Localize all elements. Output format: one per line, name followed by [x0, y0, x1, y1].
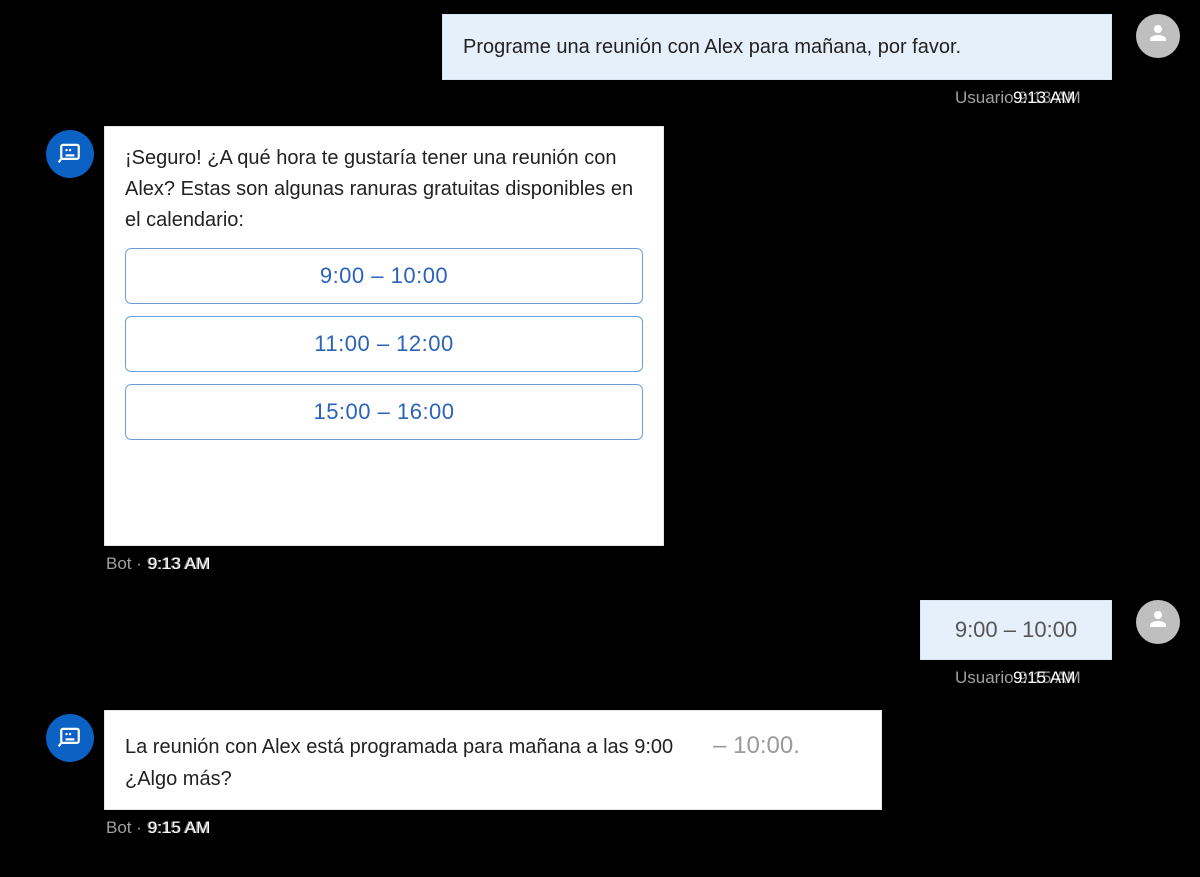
time-slot-option-2[interactable]: 11:00 – 12:00 [125, 316, 643, 372]
bot-avatar-2 [46, 714, 94, 762]
meta-time: 9:15 AM [106, 818, 210, 837]
bot-message-2-time-tail: – 10:00. [713, 727, 800, 764]
bot-message-2-meta: Bot · 9:15 AM 9:15 AM [106, 818, 210, 838]
time-slot-option-1[interactable]: 9:00 – 10:00 [125, 248, 643, 304]
meta-time: 9:13 AM [955, 88, 1075, 107]
meta-time: 9:13 AM [106, 554, 210, 573]
user-message-1-meta: Usuario 9:13 AM 9:13 AM [955, 88, 1075, 108]
time-slot-option-3[interactable]: 15:00 – 16:00 [125, 384, 643, 440]
bot-message-2-followup: ¿Algo más? [125, 764, 861, 795]
bot-icon [56, 137, 84, 171]
user-message-2: 9:00 – 10:00 [920, 600, 1112, 660]
bot-icon [56, 721, 84, 755]
user-message-2-text: 9:00 – 10:00 [955, 613, 1077, 647]
bot-message-1-meta: Bot · 9:13 AM 9:13 AM [106, 554, 210, 574]
bot-message-2: La reunión con Alex está programada para… [104, 710, 882, 810]
user-message-2-meta: Usuario 9:15 AM 9:15 AM [955, 668, 1075, 688]
user-message-1-text: Programe una reunión con Alex para mañan… [463, 32, 961, 63]
bot-avatar-1 [46, 130, 94, 178]
person-icon [1146, 607, 1170, 637]
meta-time: 9:15 AM [955, 668, 1075, 687]
bot-message-1-text: ¡Seguro! ¿A qué hora te gustaría tener u… [125, 143, 643, 236]
user-message-1: Programe una reunión con Alex para mañan… [442, 14, 1112, 80]
person-icon [1146, 21, 1170, 51]
bot-message-1: ¡Seguro! ¿A qué hora te gustaría tener u… [104, 126, 664, 546]
user-avatar-1 [1136, 14, 1180, 58]
user-avatar-2 [1136, 600, 1180, 644]
bot-message-2-text-main: La reunión con Alex está programada para… [125, 732, 673, 763]
